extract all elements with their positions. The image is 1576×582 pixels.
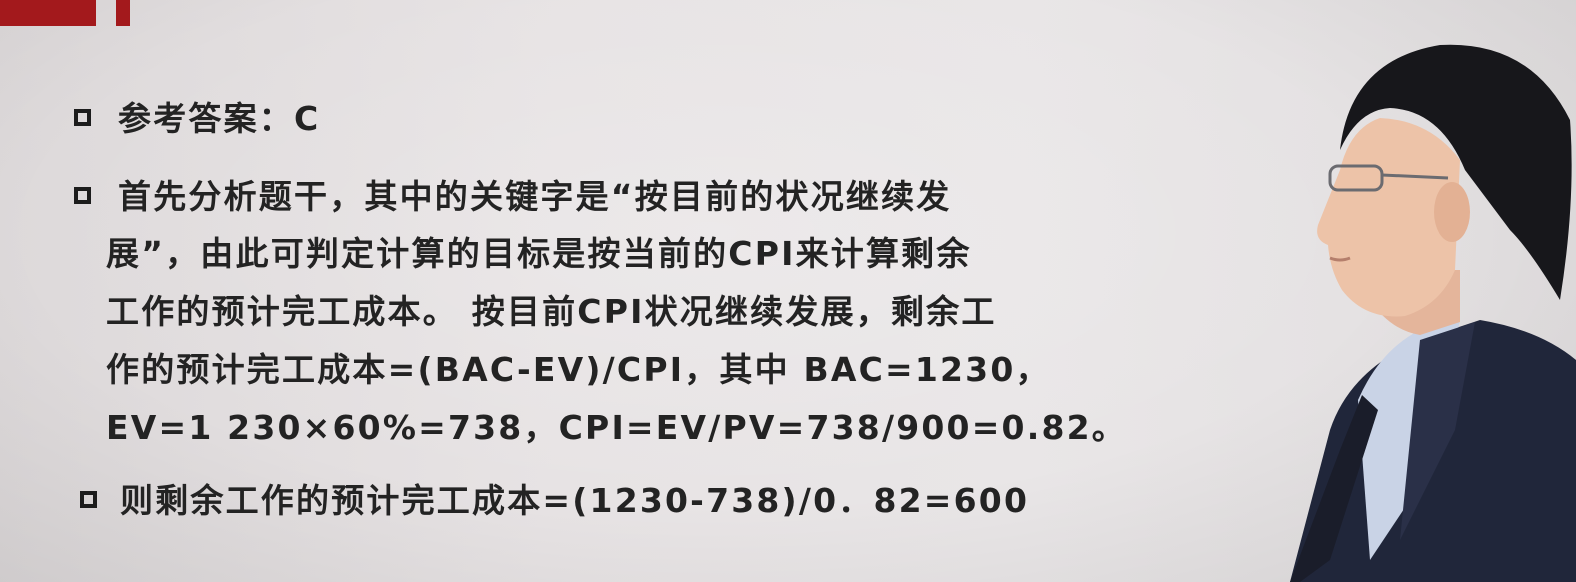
analysis-line-1: 首先分析题干，其中的关键字是“按目前的状况继续发: [118, 177, 952, 216]
result-line: 则剩余工作的预计完工成本=(1230-738)/0．82=600: [120, 481, 1030, 520]
bullet-square-icon: [74, 109, 91, 126]
bullet-square-icon: [74, 187, 91, 204]
bullet-square-icon: [80, 491, 97, 508]
slide-content: 参考答案：C 首先分析题干，其中的关键字是“按目前的状况继续发 展”，由此可判定…: [0, 0, 1200, 582]
presenter-image: [1290, 44, 1576, 582]
analysis-line-3: 工作的预计完工成本。 按目前CPI状况继续发展，剩余工: [106, 292, 997, 331]
answer-line: 参考答案：C: [118, 99, 321, 138]
analysis-line-5: EV=1 230×60%=738，CPI=EV/PV=738/900=0.82。: [106, 408, 1127, 447]
analysis-line-2: 展”，由此可判定计算的目标是按当前的CPI来计算剩余: [106, 234, 972, 273]
analysis-line-4: 作的预计完工成本=(BAC-EV)/CPI，其中 BAC=1230，: [106, 350, 1051, 389]
